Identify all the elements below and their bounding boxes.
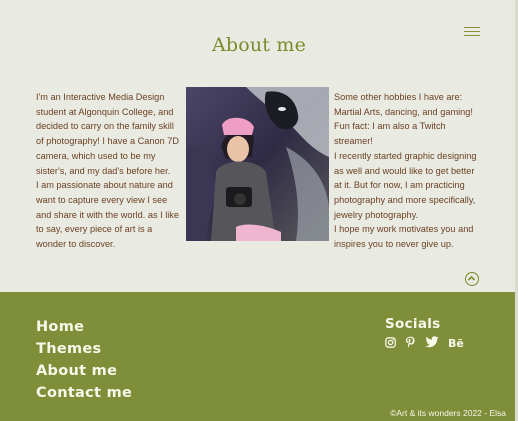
footer-nav-about[interactable]: About me (36, 360, 132, 382)
portrait-photo (186, 87, 329, 241)
about-right-text: Some other hobbies I have are: Martial A… (334, 90, 484, 252)
footer-nav-contact[interactable]: Contact me (36, 382, 132, 404)
page: About me I'm an Interactive Media Design… (0, 0, 518, 421)
about-paragraph: I recently started graphic designing as … (334, 150, 477, 220)
socials-title: Socials (385, 316, 441, 332)
about-paragraph: I hope my work motivates you and inspire… (334, 224, 474, 250)
page-title: About me (211, 34, 307, 56)
social-icons: Bē (385, 335, 464, 353)
behance-icon[interactable]: Bē (448, 338, 464, 350)
about-paragraph: I am passionate about nature and want to… (36, 180, 179, 250)
copyright-text: ©Art & its wonders 2022 - Elsa (390, 408, 506, 418)
chevron-up-circle-icon[interactable] (465, 272, 479, 286)
footer-nav: Home Themes About me Contact me (36, 316, 132, 404)
footer-nav-home[interactable]: Home (36, 316, 132, 338)
about-paragraph: Fun fact: I am also a Twitch streamer! (334, 121, 446, 147)
footer: Home Themes About me Contact me Socials (0, 292, 518, 421)
instagram-icon[interactable] (385, 335, 396, 353)
about-paragraph: Some other hobbies I have are: Martial A… (334, 92, 473, 117)
twitter-icon[interactable] (425, 335, 439, 353)
about-left-text: I'm an Interactive Media Design student … (36, 90, 184, 252)
pinterest-icon[interactable] (405, 335, 416, 353)
footer-nav-themes[interactable]: Themes (36, 338, 132, 360)
about-paragraph: I'm an Interactive Media Design student … (36, 92, 180, 176)
